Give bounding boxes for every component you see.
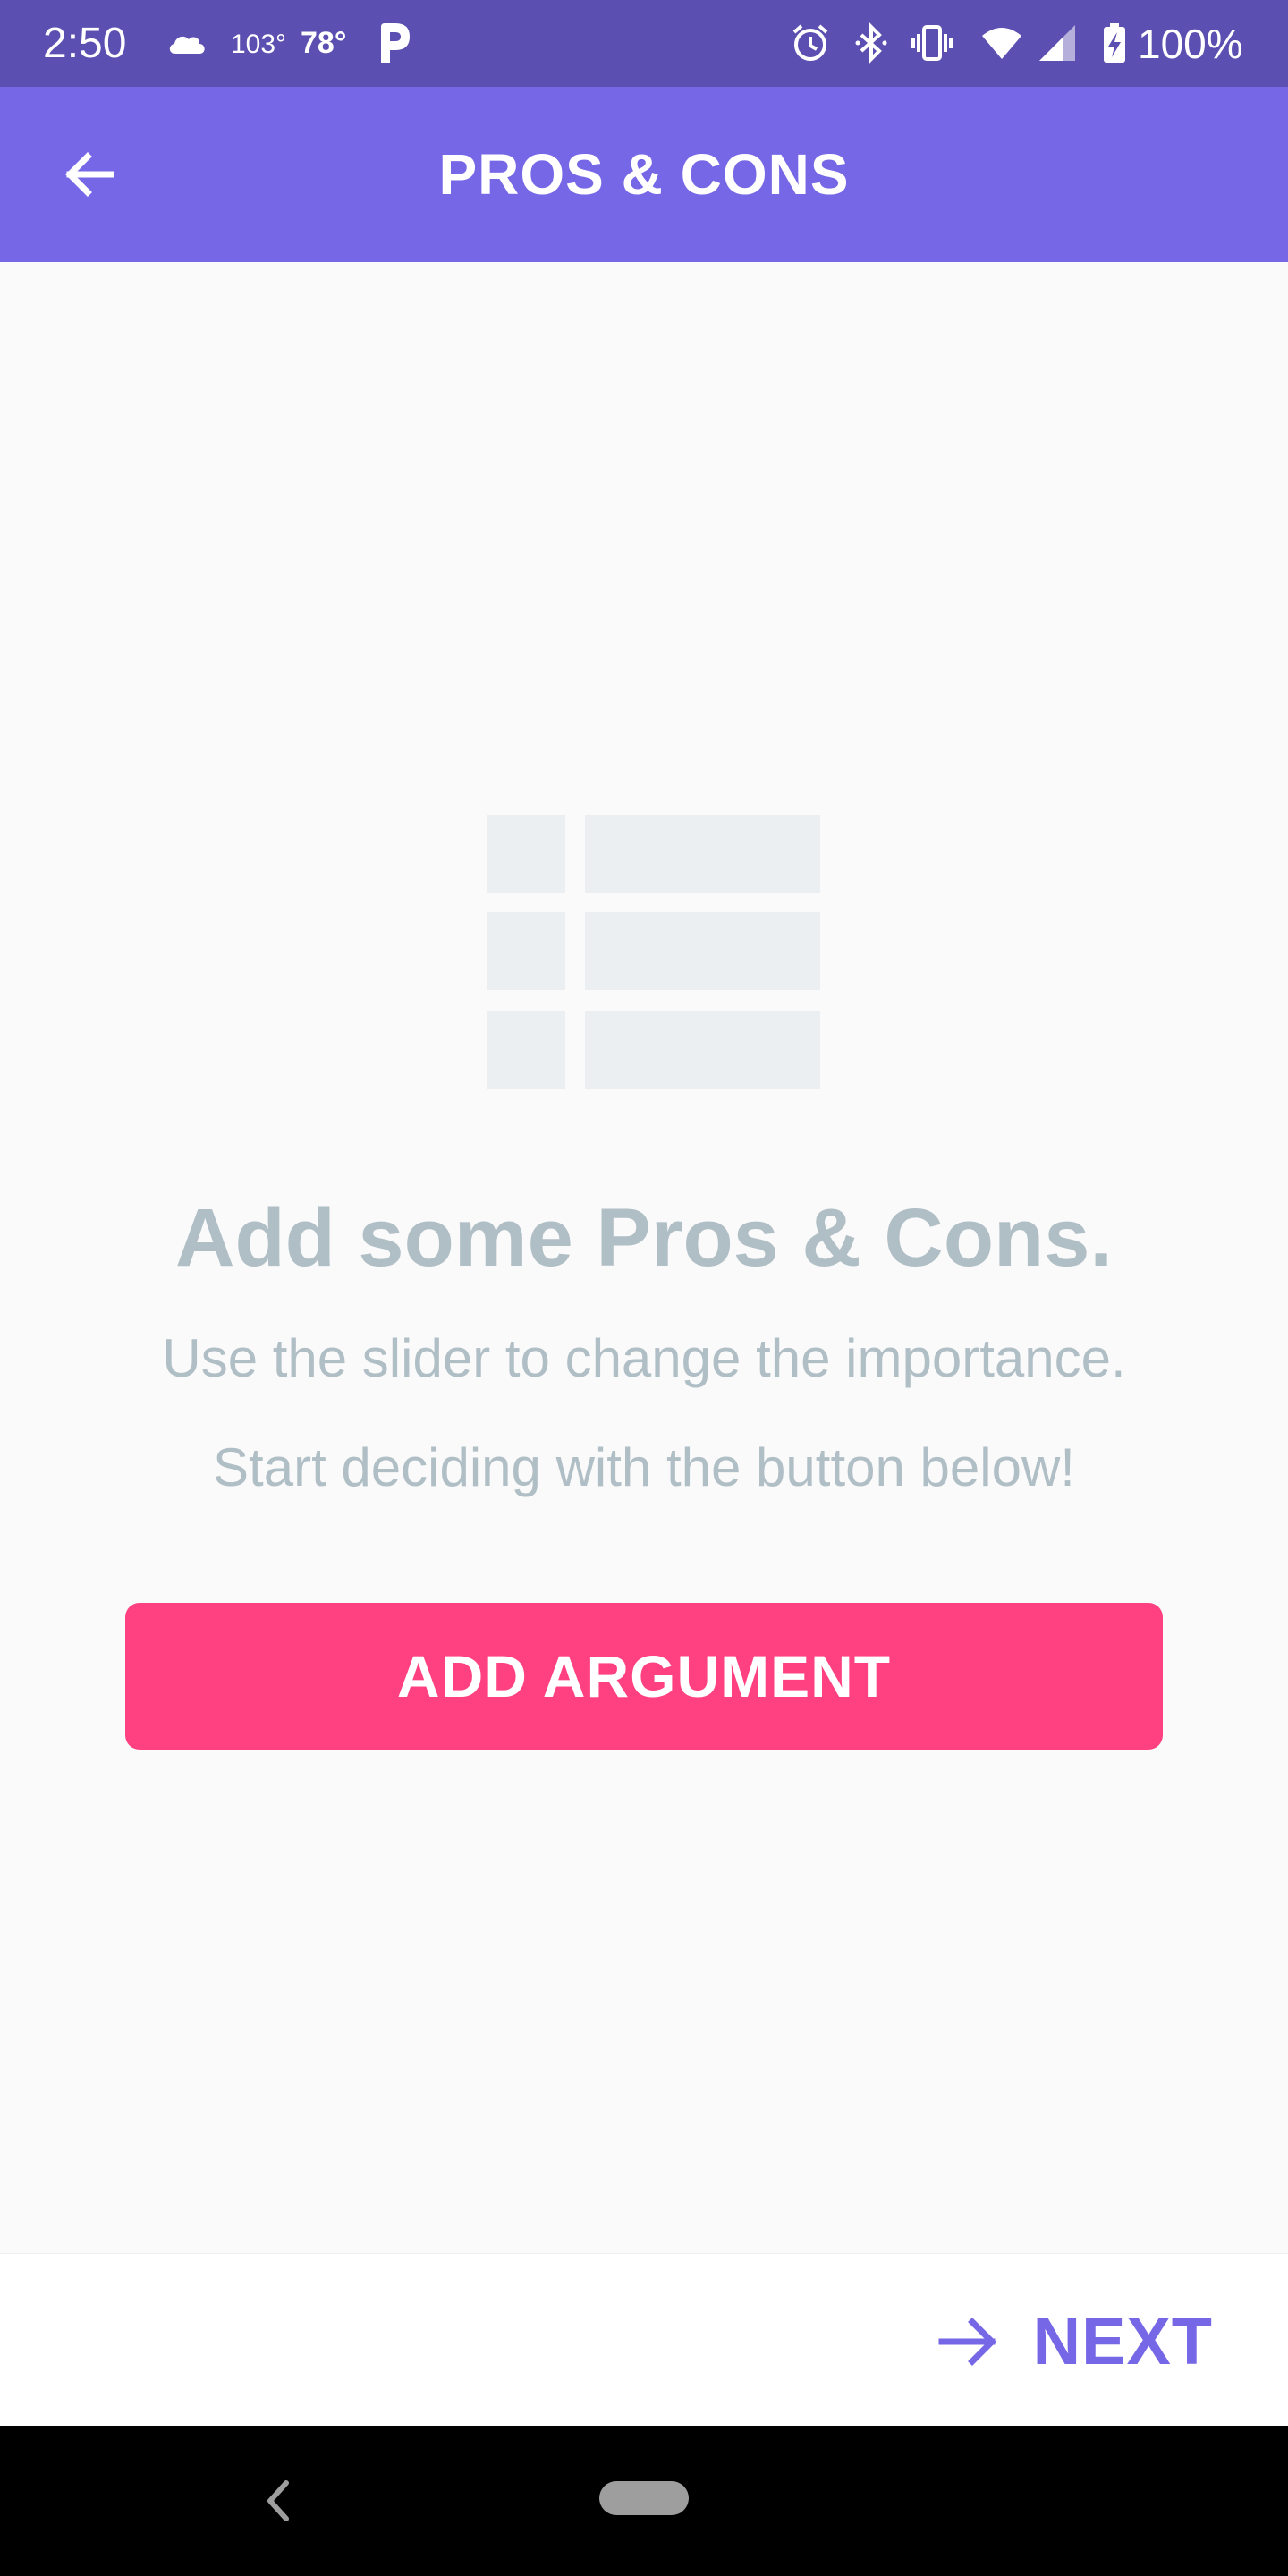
status-bar: 2:50 103° 78° 100%: [0, 0, 1288, 87]
back-button[interactable]: [48, 133, 131, 216]
alarm-icon: [792, 24, 828, 61]
add-argument-button[interactable]: ADD ARGUMENT: [125, 1603, 1163, 1750]
nav-back-icon[interactable]: [254, 2469, 301, 2533]
empty-state-hint-slider: Use the slider to change the importance.: [162, 1328, 1126, 1388]
wifi-icon: [982, 28, 1021, 59]
illustration-cell: [487, 815, 565, 893]
bluetooth-icon: [855, 22, 887, 64]
screen: 2:50 103° 78° 100% PROS & CONS Add some …: [0, 0, 1288, 2576]
empty-state: Add some Pros & Cons. Use the slider to …: [0, 262, 1288, 2253]
arrow-right-icon: [938, 2318, 996, 2366]
temp-high: 103°: [231, 30, 287, 59]
arrow-left-icon: [65, 152, 114, 197]
illustration-cell: [487, 912, 565, 990]
battery-charging-icon: [1104, 23, 1125, 63]
vibrate-icon: [911, 25, 953, 61]
status-time: 2:50: [43, 20, 127, 67]
empty-state-hint-button: Start deciding with the button below!: [213, 1437, 1075, 1497]
illustration-cell: [487, 1011, 565, 1089]
battery-percent: 100%: [1138, 21, 1243, 67]
app-bar: PROS & CONS: [0, 87, 1288, 262]
temp-low: 78°: [301, 26, 347, 60]
illustration-cell: [585, 815, 820, 893]
illustration-cell: [585, 1011, 820, 1089]
next-button[interactable]: NEXT: [936, 2299, 1213, 2385]
p-app-icon: [381, 23, 410, 63]
table-list-icon: [487, 815, 820, 1089]
next-label: NEXT: [1032, 2304, 1213, 2378]
empty-state-title: Add some Pros & Cons.: [175, 1192, 1113, 1284]
cloud-icon: [169, 36, 205, 54]
system-nav-bar: [0, 2426, 1288, 2576]
page-title: PROS & CONS: [438, 142, 850, 207]
bottom-bar: NEXT: [0, 2253, 1288, 2427]
illustration-cell: [585, 912, 820, 990]
nav-home-pill[interactable]: [599, 2481, 689, 2515]
cell-signal-icon: [1039, 25, 1075, 61]
